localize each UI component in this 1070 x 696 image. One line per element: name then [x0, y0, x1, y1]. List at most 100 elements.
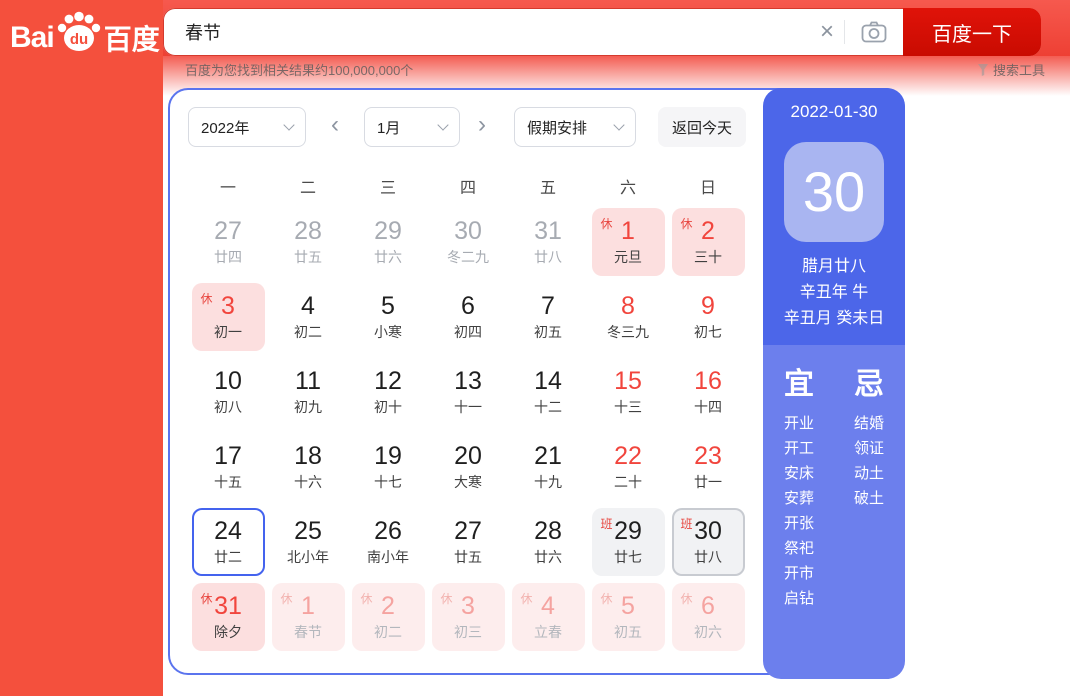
calendar-day-cell[interactable]: 14 十二 [512, 358, 585, 426]
day-lunar-label: 南小年 [367, 549, 409, 565]
calendar-day-cell[interactable]: 20 大寒 [432, 433, 505, 501]
day-lunar-label: 初九 [294, 399, 322, 415]
calendar-day-cell[interactable]: 9 初七 [672, 283, 745, 351]
day-number: 11 [295, 367, 321, 395]
back-to-today-button[interactable]: 返回今天 [658, 107, 746, 147]
calendar-cell-slot: 休 4 立春 [508, 583, 588, 658]
weekday-label: 六 [619, 180, 636, 197]
calendar-day-cell[interactable]: 31 廿八 [512, 208, 585, 276]
calendar-day-cell[interactable]: 17 十五 [192, 433, 265, 501]
calendar-day-cell[interactable]: 24 廿二 [191, 508, 265, 576]
almanac-item: 开工 [783, 440, 814, 457]
calendar-cell-slot: 休 1 春节 [268, 583, 348, 658]
calendar-day-cell[interactable]: 休 3 初一 [191, 283, 265, 351]
calendar-day-cell[interactable]: 19 十七 [352, 433, 425, 501]
calendar-day-cell[interactable]: 休 4 立春 [511, 583, 585, 651]
panel-almanac-section: 宜 开业 开工 安床 安葬 开张 祭祀 开市 启钻 忌 结婚 领证 动土 破土 [763, 345, 905, 679]
calendar-day-cell[interactable]: 休 2 初二 [351, 583, 425, 651]
calendar-day-cell[interactable]: 班 29 廿七 [591, 508, 665, 576]
calendar-day-cell[interactable]: 26 南小年 [352, 508, 425, 576]
calendar-cell-slot: 23 廿一 [668, 433, 748, 508]
day-number: 5 [381, 292, 395, 320]
yi-list: 开业 开工 安床 安葬 开张 祭祀 开市 启钻 [764, 411, 834, 611]
calendar-cell-slot: 11 初九 [268, 358, 348, 433]
day-number: 10 [214, 367, 242, 395]
holiday-select[interactable]: 假期安排 [514, 107, 636, 147]
year-select[interactable]: 2022年 [188, 107, 306, 147]
day-status-badge: 休 [520, 592, 533, 606]
chevron-down-icon [283, 119, 295, 131]
day-lunar-label: 廿六 [534, 549, 562, 565]
day-lunar-label: 北小年 [287, 549, 329, 565]
calendar-cell-slot: 21 十九 [508, 433, 588, 508]
calendar-day-cell[interactable]: 休 1 春节 [271, 583, 345, 651]
calendar-day-cell[interactable]: 25 北小年 [272, 508, 345, 576]
calendar-day-cell[interactable]: 28 廿六 [512, 508, 585, 576]
month-select[interactable]: 1月 [364, 107, 460, 147]
calendar-day-cell[interactable]: 27 廿四 [192, 208, 265, 276]
almanac-item: 开张 [783, 515, 814, 532]
calendar-day-cell[interactable]: 29 廿六 [352, 208, 425, 276]
day-lunar-label: 初三 [454, 624, 482, 640]
day-number: 8 [621, 292, 635, 320]
day-number: 24 [214, 517, 242, 545]
day-number: 19 [374, 442, 402, 470]
year-select-value: 2022年 [201, 119, 250, 137]
prev-month-button[interactable]: ‹ [323, 111, 347, 139]
calendar-day-cell[interactable]: 18 十六 [272, 433, 345, 501]
day-lunar-label: 二十 [614, 474, 642, 490]
calendar-day-cell[interactable]: 休 2 三十 [671, 208, 745, 276]
day-lunar-label: 十三 [614, 399, 642, 415]
day-lunar-label: 廿二 [214, 549, 242, 565]
baidu-logo[interactable]: Bai du 百度 [10, 11, 160, 61]
clear-icon[interactable]: × [810, 20, 844, 44]
calendar-day-cell[interactable]: 休 5 初五 [591, 583, 665, 651]
calendar-day-cell[interactable]: 28 廿五 [272, 208, 345, 276]
calendar-cell-slot: 休 3 初三 [428, 583, 508, 658]
calendar-grid: 27 廿四 28 廿五 29 廿六 30 冬二九 31 廿八 休 1 元旦休 2 三十休 3 初一 4 初二 5 小寒 6… [188, 208, 748, 658]
search-tools-label: 搜索工具 [992, 63, 1045, 78]
calendar-day-cell[interactable]: 6 初四 [432, 283, 505, 351]
calendar-day-cell[interactable]: 休 3 初三 [431, 583, 505, 651]
day-lunar-label: 初八 [214, 399, 242, 415]
calendar-cell-slot: 休 2 三十 [668, 208, 748, 283]
calendar-day-cell[interactable]: 8 冬三九 [592, 283, 665, 351]
weekday-label: 三 [379, 180, 396, 197]
almanac-item: 开业 [783, 415, 814, 432]
search-input[interactable]: 春节 [163, 19, 810, 45]
calendar-day-cell[interactable]: 16 十四 [672, 358, 745, 426]
calendar-day-cell[interactable]: 12 初十 [352, 358, 425, 426]
calendar-day-cell[interactable]: 休 31 除夕 [191, 583, 265, 651]
calendar-day-cell[interactable]: 休 6 初六 [671, 583, 745, 651]
day-lunar-label: 春节 [294, 624, 322, 640]
calendar-day-cell[interactable]: 5 小寒 [352, 283, 425, 351]
calendar-day-cell[interactable]: 10 初八 [192, 358, 265, 426]
calendar-day-cell[interactable]: 7 初五 [512, 283, 585, 351]
baidu-paw-icon: du [56, 11, 102, 58]
calendar-day-cell[interactable]: 11 初九 [272, 358, 345, 426]
day-lunar-label: 初四 [454, 324, 482, 340]
calendar-day-cell[interactable]: 27 廿五 [432, 508, 505, 576]
calendar-day-cell[interactable]: 休 1 元旦 [591, 208, 665, 276]
calendar-day-cell[interactable]: 13 十一 [432, 358, 505, 426]
calendar-day-cell[interactable]: 30 冬二九 [432, 208, 505, 276]
calendar-day-cell[interactable]: 21 十九 [512, 433, 585, 501]
calendar-cell-slot: 22 二十 [588, 433, 668, 508]
calendar-day-cell[interactable]: 班 30 廿八 [671, 508, 745, 576]
calendar-day-cell[interactable]: 15 十三 [592, 358, 665, 426]
calendar-day-cell[interactable]: 4 初二 [272, 283, 345, 351]
camera-icon[interactable] [845, 21, 903, 43]
calendar-cell-slot: 9 初七 [668, 283, 748, 358]
day-lunar-label: 廿五 [454, 549, 482, 565]
calendar-day-cell[interactable]: 23 廿一 [672, 433, 745, 501]
day-lunar-label: 初十 [374, 399, 402, 415]
day-number: 6 [461, 292, 475, 320]
day-lunar-label: 十六 [294, 474, 322, 490]
calendar-day-cell[interactable]: 22 二十 [592, 433, 665, 501]
search-tools-toggle[interactable]: 搜索工具 [977, 60, 1045, 79]
next-month-button[interactable]: › [470, 111, 494, 139]
day-number: 25 [294, 517, 322, 545]
day-lunar-label: 初一 [214, 324, 242, 340]
yi-column: 宜 开业 开工 安床 安葬 开张 祭祀 开市 启钻 [764, 345, 834, 679]
search-button[interactable]: 百度一下 [903, 8, 1041, 56]
